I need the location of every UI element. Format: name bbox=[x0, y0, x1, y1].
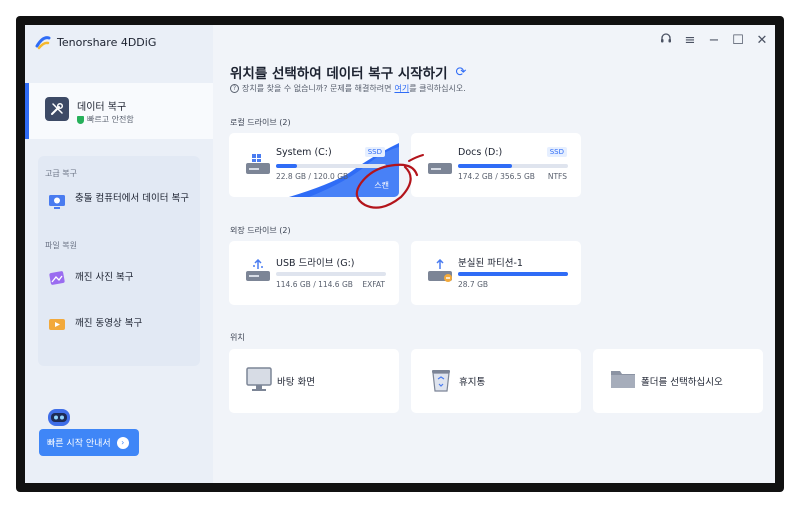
drive-filesystem: NTFS bbox=[547, 172, 567, 181]
sidebar-item-label: 데이터 복구 bbox=[77, 102, 127, 113]
robot-assistant-icon bbox=[48, 409, 70, 426]
lost-partition-icon bbox=[428, 259, 452, 282]
help-text-suffix: 를 클릭하십시오. bbox=[409, 84, 466, 93]
drive-usage-bar bbox=[458, 272, 568, 276]
sidebar-item-label: 충돌 컴퓨터에서 데이터 복구 bbox=[75, 193, 189, 204]
maximize-icon[interactable]: ☐ bbox=[731, 33, 745, 48]
drive-name: USB 드라이브 (G:) bbox=[276, 258, 355, 269]
sidebar: Tenorshare 4DDiG 데이터 복구 빠르고 안전함 고급 복구 충돌… bbox=[25, 25, 213, 483]
drive-filesystem: EXFAT bbox=[362, 280, 385, 289]
location-card-desktop[interactable]: 바탕 화면 bbox=[229, 349, 399, 413]
menu-icon[interactable]: ≡ bbox=[683, 33, 697, 48]
drive-card-usb[interactable]: USB 드라이브 (G:) 114.6 GB / 114.6 GB EXFAT bbox=[229, 241, 399, 305]
computer-recovery-icon bbox=[49, 195, 65, 209]
sidebar-item-crash-recovery[interactable]: 충돌 컴퓨터에서 데이터 복구 bbox=[47, 192, 197, 212]
app-name: Tenorshare 4DDiG bbox=[57, 35, 157, 49]
location-card-recycle-bin[interactable]: 휴지통 bbox=[411, 349, 581, 413]
video-repair-icon bbox=[49, 319, 65, 330]
app-logo-icon bbox=[35, 36, 51, 50]
help-link[interactable]: 여기 bbox=[394, 83, 409, 94]
drive-card-d[interactable]: Docs (D:) SSD 174.2 GB / 356.5 GB NTFS bbox=[411, 133, 581, 197]
location-label: 위치 bbox=[230, 333, 245, 342]
advanced-recovery-label: 고급 복구 bbox=[45, 169, 77, 178]
drive-size: 114.6 GB / 114.6 GB bbox=[276, 280, 353, 289]
headset-icon[interactable] bbox=[659, 32, 673, 48]
app-window: Tenorshare 4DDiG 데이터 복구 빠르고 안전함 고급 복구 충돌… bbox=[25, 25, 775, 483]
shield-icon bbox=[77, 115, 84, 124]
drive-name: Docs (D:) bbox=[458, 147, 503, 158]
drive-usage-bar bbox=[276, 272, 386, 276]
photo-repair-icon bbox=[49, 271, 65, 285]
drive-name: 분실된 파티션-1 bbox=[458, 258, 523, 269]
drive-name: System (C:) bbox=[276, 147, 332, 158]
drive-size: 174.2 GB / 356.5 GB bbox=[458, 172, 535, 181]
app-brand: Tenorshare 4DDiG bbox=[35, 34, 156, 50]
sidebar-item-label: 깨진 동영상 복구 bbox=[75, 318, 143, 329]
location-card-select-folder[interactable]: 폴더를 선택하십시오 bbox=[593, 349, 763, 413]
windows-drive-icon bbox=[246, 154, 270, 174]
minimize-icon[interactable]: − bbox=[707, 33, 721, 48]
help-line: ? 장치를 찾을 수 없습니까? 문제를 해결하려면 여기 를 클릭하십시오. bbox=[230, 83, 466, 94]
refresh-icon[interactable]: ⟳ bbox=[456, 65, 467, 80]
sidebar-item-photo-repair[interactable]: 깨진 사진 복구 bbox=[47, 268, 133, 288]
window-controls: ≡ − ☐ ✕ bbox=[659, 32, 769, 48]
advanced-recovery-panel bbox=[38, 156, 200, 366]
location-name: 폴더를 선택하십시오 bbox=[641, 377, 723, 388]
quick-start-label: 빠른 시작 안내서 bbox=[47, 439, 111, 449]
quick-start-guide-button[interactable]: 빠른 시작 안내서 › bbox=[39, 429, 139, 456]
annotation-circle bbox=[355, 154, 424, 209]
file-repair-label: 파일 복원 bbox=[45, 241, 77, 250]
drive-size: 28.7 GB bbox=[458, 280, 489, 289]
arrow-right-icon: › bbox=[116, 436, 129, 449]
location-name: 바탕 화면 bbox=[277, 377, 315, 388]
usb-drive-icon bbox=[246, 259, 270, 281]
drive-usage-fill bbox=[276, 164, 297, 168]
external-drives-label: 외장 드라이브 (2) bbox=[230, 226, 291, 235]
page-title: 위치를 선택하여 데이터 복구 시작하기 ⟳ bbox=[230, 62, 467, 83]
drive-size: 22.8 GB / 120.0 GB bbox=[276, 172, 349, 181]
monitor-icon bbox=[246, 367, 272, 391]
drive-usage-fill bbox=[458, 164, 512, 168]
drive-card-lost-partition[interactable]: 분실된 파티션-1 28.7 GB bbox=[411, 241, 581, 305]
sidebar-item-video-repair[interactable]: 깨진 동영상 복구 bbox=[47, 314, 142, 334]
location-name: 휴지통 bbox=[459, 377, 486, 388]
question-icon: ? bbox=[230, 84, 239, 93]
sidebar-item-label: 깨진 사진 복구 bbox=[75, 272, 134, 283]
sidebar-item-data-recovery[interactable]: 데이터 복구 빠르고 안전함 bbox=[25, 83, 213, 139]
folder-icon bbox=[611, 371, 635, 388]
local-drives-label: 로컬 드라이브 (2) bbox=[230, 118, 291, 127]
drive-usage-fill bbox=[458, 272, 568, 276]
main-content: ≡ − ☐ ✕ 위치를 선택하여 데이터 복구 시작하기 ⟳ ? 장치를 찾을 … bbox=[213, 25, 775, 483]
sidebar-item-sublabel: 빠르고 안전함 bbox=[77, 114, 134, 125]
page-title-text: 위치를 선택하여 데이터 복구 시작하기 bbox=[230, 66, 448, 82]
tools-icon bbox=[45, 97, 69, 121]
safe-label: 빠르고 안전함 bbox=[87, 115, 134, 124]
drive-type-badge: SSD bbox=[546, 147, 567, 157]
close-icon[interactable]: ✕ bbox=[755, 33, 769, 48]
recycle-bin-icon bbox=[432, 370, 450, 392]
drive-usage-bar bbox=[458, 164, 568, 168]
active-indicator bbox=[25, 83, 29, 139]
help-text: 장치를 찾을 수 없습니까? 문제를 해결하려면 bbox=[242, 84, 392, 93]
